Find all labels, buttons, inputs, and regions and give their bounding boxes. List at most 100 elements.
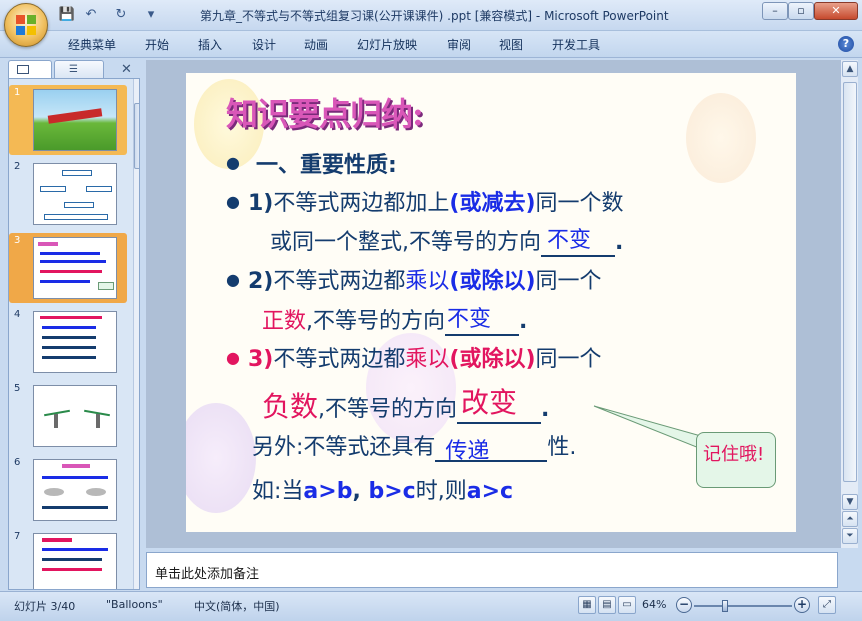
property-3-alt: (或除以) (449, 347, 536, 372)
thumbnail-slide-1[interactable]: 1 (9, 85, 127, 155)
tab-classic-menu[interactable]: 经典菜单 (68, 36, 116, 53)
thumbnail-slide-7[interactable]: 7 (9, 529, 127, 589)
thumbnail-image (33, 237, 117, 299)
thumbnail-shape (54, 414, 58, 428)
period: . (541, 397, 550, 422)
zoom-slider-thumb[interactable] (722, 600, 729, 612)
slide-show-button[interactable]: ▭ (618, 596, 636, 614)
tab-home[interactable]: 开始 (145, 36, 169, 53)
thumbnail-slide-3[interactable]: 3 (9, 233, 127, 303)
thumbnail-number: 6 (14, 457, 21, 468)
slide-vertical-scrollbar[interactable]: ▲ ▼ ⏶ ⏷ (840, 60, 858, 548)
title-bar: 💾 ↶ ↻ ▾ 第九章_不等式与不等式组复习课(公开课课件) .ppt [兼容模… (0, 0, 862, 47)
thumbnail-shape (40, 260, 106, 263)
property-3-text-end: 同一个 (535, 347, 602, 372)
redo-icon[interactable]: ↻ (112, 6, 130, 24)
fit-to-window-button[interactable]: ⤢ (818, 596, 836, 614)
thumbnail-number: 1 (14, 87, 21, 98)
tab-slide-show[interactable]: 幻灯片放映 (357, 36, 417, 53)
property-1-blank: 不变 (541, 228, 615, 257)
property-3-blank: 改变 (457, 386, 542, 424)
transitive-text-end: 性. (547, 435, 577, 460)
outline-tab-icon: ☰ (69, 64, 78, 75)
thumbnail-shape (62, 464, 90, 468)
transitive-answer: 传递 (445, 439, 490, 464)
property-1-number: 1) (248, 191, 274, 216)
thumbnail-number: 2 (14, 161, 21, 172)
restore-button[interactable]: ▫ (788, 2, 814, 20)
thumbnail-shape (42, 356, 96, 359)
language-indicator[interactable]: 中文(简体，中国) (194, 598, 280, 614)
next-slide-icon[interactable]: ⏷ (842, 528, 858, 544)
close-button[interactable]: ✕ (814, 2, 858, 20)
undo-icon[interactable]: ↶ (82, 6, 100, 24)
thumbnail-number: 5 (14, 383, 21, 394)
thumbnails-scrollbar-thumb[interactable] (134, 103, 139, 169)
slide-thumbnails-panel[interactable]: 1 2 3 4 5 6 7 (8, 78, 140, 590)
example-text: 如:当 (252, 479, 304, 504)
office-button[interactable] (4, 3, 48, 47)
outline-tab[interactable]: ☰ (54, 60, 104, 78)
thumbnail-title-art (47, 108, 103, 124)
slide-title: 知识要点归纳: (226, 95, 424, 133)
quick-access-dropdown-icon[interactable]: ▾ (142, 6, 160, 24)
period: . (519, 309, 528, 334)
thumbnail-shape (38, 242, 58, 246)
thumbnail-slide-5[interactable]: 5 (9, 381, 127, 451)
thumbnail-number: 3 (14, 235, 21, 246)
property-3-negative: 负数 (262, 390, 319, 423)
slide-sorter-button[interactable]: ▤ (598, 596, 616, 614)
property-2-op: 乘以 (405, 269, 450, 294)
bullet-icon: ● (226, 270, 240, 289)
previous-slide-icon[interactable]: ⏶ (842, 511, 858, 527)
thumbnail-shape (40, 252, 100, 255)
zoom-level[interactable]: 64% (642, 598, 666, 611)
minimize-button[interactable]: – (762, 2, 788, 20)
tab-view[interactable]: 视图 (499, 36, 523, 53)
remember-callout[interactable]: 记住哦! (696, 432, 776, 488)
notes-pane[interactable]: 单击此处添加备注 (146, 552, 838, 588)
window-title: 第九章_不等式与不等式组复习课(公开课课件) .ppt [兼容模式] - Mic… (200, 9, 669, 23)
zoom-out-button[interactable]: − (676, 597, 692, 613)
thumbnail-shape (44, 214, 108, 220)
thumbnail-slide-4[interactable]: 4 (9, 307, 127, 377)
bullet-icon: ● (226, 153, 240, 172)
property-2-blank: 不变 (445, 307, 520, 336)
thumbnail-shape (42, 346, 96, 349)
help-icon[interactable]: ? (838, 36, 854, 52)
thumbnail-shape (42, 506, 108, 509)
tab-review[interactable]: 审阅 (447, 36, 471, 53)
tab-animations[interactable]: 动画 (304, 36, 328, 53)
thumbnail-image (33, 459, 117, 521)
save-icon[interactable]: 💾 (58, 6, 76, 24)
example-expr-1: a>b (303, 479, 353, 504)
period: . (615, 230, 624, 255)
thumbnail-slide-2[interactable]: 2 (9, 159, 127, 229)
slides-tab[interactable] (8, 60, 52, 78)
zoom-in-button[interactable]: + (794, 597, 810, 613)
thumbnail-shape (40, 270, 102, 273)
zoom-slider[interactable] (694, 600, 792, 612)
transitive-text: 另外:不等式还具有 (252, 435, 436, 460)
scrollbar-thumb[interactable] (843, 82, 857, 482)
thumbnail-slide-6[interactable]: 6 (9, 455, 127, 525)
thumbnail-shape (42, 548, 108, 551)
thumbnail-image (33, 533, 117, 589)
normal-view-button[interactable]: ▦ (578, 596, 596, 614)
transitive-line: 另外:不等式还具有 传递 性. (252, 429, 577, 464)
thumbnail-image (33, 385, 117, 447)
property-2-direction-text: ,不等号的方向 (306, 309, 446, 334)
example-comma: , (352, 479, 369, 504)
thumbnails-scrollbar[interactable] (133, 79, 139, 589)
property-1-answer: 不变 (547, 228, 592, 253)
thumbnail-shape (42, 568, 102, 571)
tab-insert[interactable]: 插入 (198, 36, 222, 53)
tab-developer[interactable]: 开发工具 (552, 36, 600, 53)
scroll-up-icon[interactable]: ▲ (842, 61, 858, 77)
thumbnail-shape (86, 488, 106, 496)
transitive-blank: 传递 (435, 435, 548, 464)
scroll-down-icon[interactable]: ▼ (842, 494, 858, 510)
tab-design[interactable]: 设计 (252, 36, 276, 53)
slide-canvas[interactable]: 知识要点归纳: ● 一、重要性质: ● 1)不等式两边都加上(或减去)同一个数 … (186, 73, 796, 532)
panel-close-icon[interactable]: ✕ (121, 62, 132, 77)
